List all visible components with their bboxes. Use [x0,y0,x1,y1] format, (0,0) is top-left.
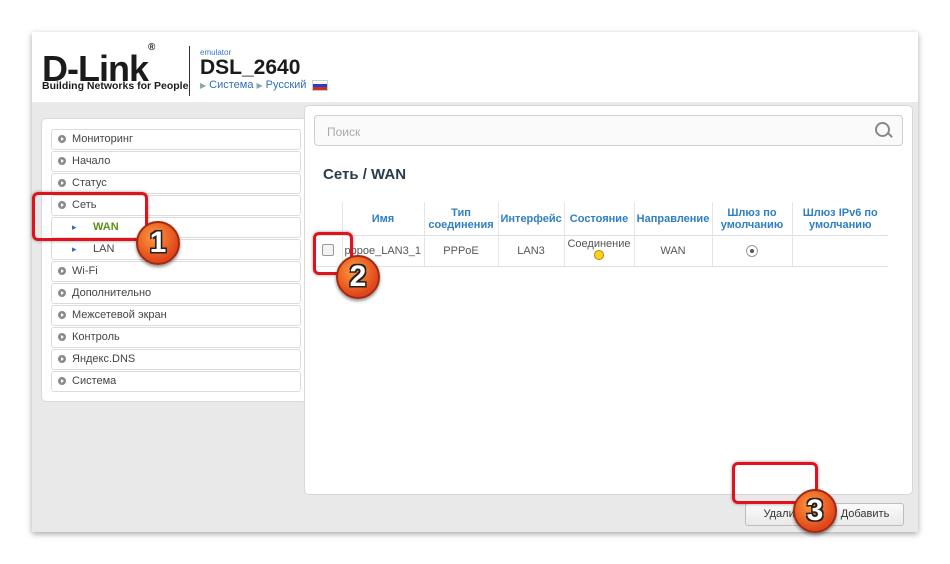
header-crumbs: ▶ Система ▶ Русский [200,79,329,91]
col-header-select [314,202,342,236]
sidebar-item-start[interactable]: Начало [51,151,301,172]
chevron-right-icon [58,333,66,341]
sidebar-item-monitoring[interactable]: Мониторинг [51,129,301,150]
search-icon[interactable] [875,122,890,137]
col-header-default-gateway[interactable]: Шлюз по умолчанию [711,202,792,236]
highlight-wan-menu [32,192,148,241]
header-divider [189,46,190,96]
sidebar-item-status[interactable]: Статус [51,173,301,194]
cell-ipv6-gateway [791,235,888,267]
col-header-state[interactable]: Состояние [563,202,634,236]
chevron-right-icon [58,179,66,187]
sidebar-item-label: LAN [93,243,115,255]
sidebar-item-label: Контроль [72,331,120,343]
sidebar: Мониторинг Начало Статус Сеть ▸ WAN ▸ LAN … [41,118,307,402]
sidebar-item-yandex-dns[interactable]: Яндекс.DNS [51,349,301,370]
page-title: Сеть / WAN [323,166,407,183]
chevron-right-icon [58,377,66,385]
chevron-right-icon [58,135,66,143]
chevron-right-icon [58,289,66,297]
step-badge-2: 2 [336,255,380,299]
crumb-arrow-icon: ▶ [200,80,207,90]
browser-frame: D-Link® Building Networks for People emu… [32,32,918,532]
crumb-system-link[interactable]: Система [209,79,253,91]
sidebar-item-label: Яндекс.DNS [72,353,136,365]
wan-table: Имя Тип соединения Интерфейс Состояние Н… [314,202,888,267]
sidebar-item-label: Мониторинг [72,133,134,145]
chevron-right-icon [58,311,66,319]
table-header-row: Имя Тип соединения Интерфейс Состояние Н… [314,202,888,236]
sidebar-item-label: Межсетевой экран [72,309,167,321]
sidebar-item-control[interactable]: Контроль [51,327,301,348]
sidebar-item-advanced[interactable]: Дополнительно [51,283,301,304]
state-label: Соединение [567,238,631,250]
col-header-ipv6-gateway[interactable]: Шлюз IPv6 по умолчанию [791,202,888,236]
header: D-Link® Building Networks for People emu… [32,32,918,102]
default-gateway-radio[interactable] [746,245,758,258]
sidebar-item-label: Система [72,375,117,387]
chevron-right-icon [58,355,66,363]
cell-state: Соединение [563,235,634,267]
sidebar-item-label: Статус [72,177,107,189]
search-box [314,115,903,147]
crumb-arrow-icon: ▶ [256,80,263,90]
step-badge-3: 3 [793,489,837,533]
model-name: DSL_2640 [200,56,301,79]
table-row[interactable]: pppoe_LAN3_1 PPPoE LAN3 Соединение WAN [314,235,888,267]
chevron-right-icon [58,267,66,275]
sidebar-item-label: Начало [72,155,111,167]
status-dot-icon [594,250,604,260]
sidebar-item-label: Дополнительно [72,287,152,299]
cell-type: PPPoE [423,235,498,267]
main-panel: Сеть / WAN Имя Тип соединения Интерфейс … [304,105,913,526]
caret-right-icon: ▸ [72,244,77,254]
col-header-name[interactable]: Имя [341,202,424,236]
logo-reg: ® [148,42,155,53]
sidebar-item-wifi[interactable]: Wi-Fi [51,261,301,282]
crumb-language-link[interactable]: Русский [266,79,307,91]
col-header-type[interactable]: Тип соединения [423,202,498,236]
sidebar-item-system[interactable]: Система [51,371,301,392]
sidebar-item-firewall[interactable]: Межсетевой экран [51,305,301,326]
tagline: Building Networks for People [42,80,189,92]
chevron-right-icon [58,157,66,165]
sidebar-item-label: Wi-Fi [72,265,98,277]
russia-flag-icon [312,79,329,91]
cell-default-gateway [711,235,792,267]
col-header-direction[interactable]: Направление [633,202,712,236]
search-input[interactable] [315,116,869,147]
step-badge-1: 1 [136,221,180,265]
add-button[interactable]: Добавить [826,503,904,526]
col-header-interface[interactable]: Интерфейс [497,202,564,236]
cell-direction: WAN [633,235,712,267]
cell-interface: LAN3 [497,235,564,267]
